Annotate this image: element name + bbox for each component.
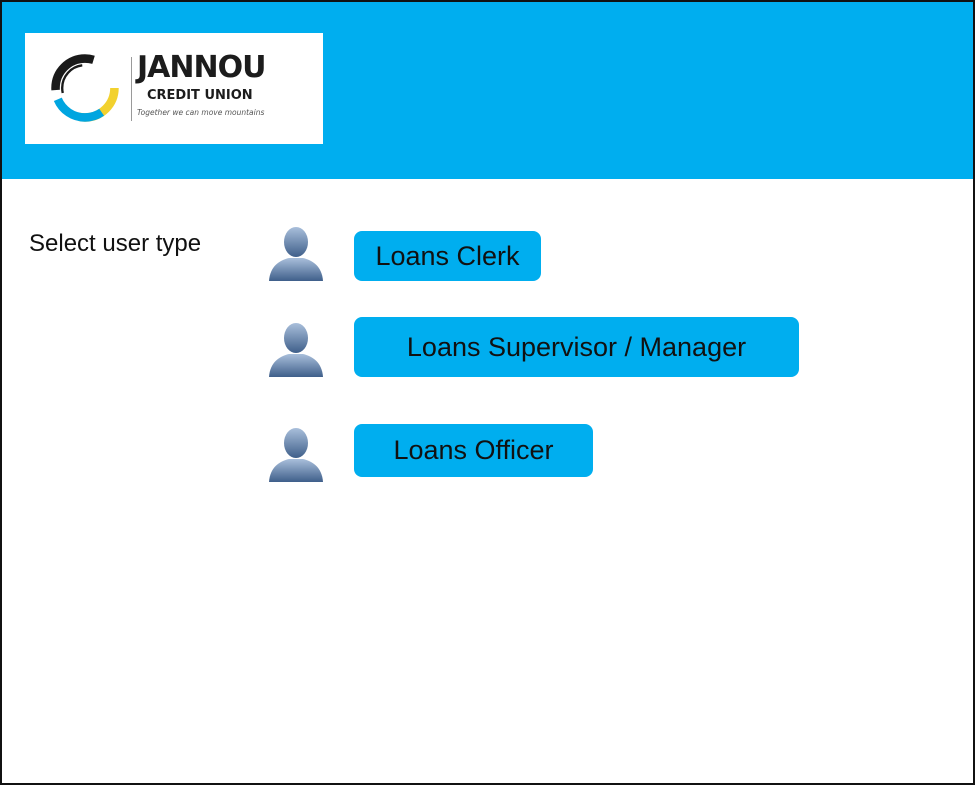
logo-divider <box>131 57 132 121</box>
logo-ring-icon <box>51 54 119 122</box>
window-frame: JANNOU CREDIT UNION Together we can move… <box>0 0 975 785</box>
loans-clerk-button[interactable]: Loans Clerk <box>354 231 541 281</box>
user-icon <box>269 428 323 482</box>
loans-officer-button[interactable]: Loans Officer <box>354 424 593 477</box>
select-user-type-label: Select user type <box>29 230 202 257</box>
logo-subtitle: CREDIT UNION <box>147 88 253 103</box>
header-bar: JANNOU CREDIT UNION Together we can move… <box>2 2 973 179</box>
logo-tagline: Together we can move mountains <box>137 108 265 117</box>
loans-supervisor-manager-button[interactable]: Loans Supervisor / Manager <box>354 317 799 377</box>
user-icon <box>269 323 323 377</box>
logo-name: JANNOU <box>137 50 266 85</box>
logo: JANNOU CREDIT UNION Together we can move… <box>25 33 323 144</box>
user-icon <box>269 227 323 281</box>
